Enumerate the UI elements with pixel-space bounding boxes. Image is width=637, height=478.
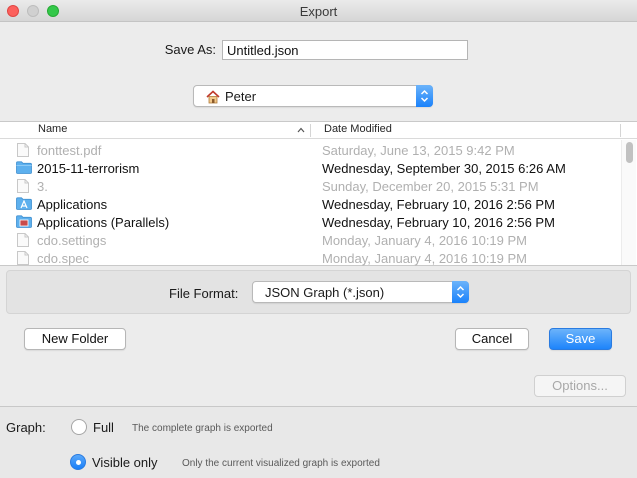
graph-label: Graph: bbox=[6, 420, 46, 435]
file-format-label: File Format: bbox=[169, 286, 239, 301]
popup-arrows-icon bbox=[452, 281, 469, 303]
save-as-input[interactable] bbox=[222, 40, 468, 60]
file-format-panel: File Format: JSON Graph (*.json) bbox=[6, 270, 631, 314]
name-column-header[interactable]: Name bbox=[38, 123, 67, 135]
file-date: Wednesday, September 30, 2015 6:26 AM bbox=[322, 161, 566, 176]
full-radio[interactable] bbox=[71, 419, 87, 435]
full-option-label[interactable]: Full bbox=[93, 420, 114, 435]
location-label: Peter bbox=[225, 89, 257, 104]
file-name: Applications (Parallels) bbox=[37, 215, 170, 230]
file-row[interactable]: Applications (Parallels) Wednesday, Febr… bbox=[0, 213, 622, 231]
file-name: cdo.spec bbox=[37, 251, 90, 266]
file-row[interactable]: fonttest.pdf Saturday, June 13, 2015 9:4… bbox=[0, 141, 622, 159]
save-as-label: Save As: bbox=[164, 42, 216, 57]
file-name: 3. bbox=[37, 179, 48, 194]
cancel-button[interactable]: Cancel bbox=[455, 328, 529, 350]
file-browser: Name Date Modified fonttest.pdf Saturday… bbox=[0, 121, 637, 266]
folder-icon bbox=[16, 161, 32, 174]
options-button[interactable]: Options... bbox=[534, 375, 626, 397]
file-date: Wednesday, February 10, 2016 2:56 PM bbox=[322, 197, 555, 212]
sort-ascending-icon[interactable] bbox=[297, 127, 305, 133]
applications-folder-icon bbox=[16, 197, 32, 210]
document-icon bbox=[17, 143, 29, 157]
file-date: Monday, January 4, 2016 10:19 PM bbox=[322, 251, 527, 266]
file-row[interactable]: 3. Sunday, December 20, 2015 5:31 PM bbox=[0, 177, 622, 195]
home-icon bbox=[206, 90, 220, 104]
file-format-popup[interactable]: JSON Graph (*.json) bbox=[252, 281, 469, 303]
file-row[interactable]: 2015-11-terrorism Wednesday, September 3… bbox=[0, 159, 622, 177]
title-bar: Export bbox=[0, 0, 637, 22]
new-folder-button[interactable]: New Folder bbox=[24, 328, 126, 350]
vertical-scrollbar[interactable] bbox=[621, 140, 636, 265]
file-row[interactable]: Applications Wednesday, February 10, 201… bbox=[0, 195, 622, 213]
parallels-folder-icon bbox=[16, 215, 32, 228]
column-header: Name Date Modified bbox=[0, 122, 637, 139]
graph-options-panel: Graph: Full The complete graph is export… bbox=[0, 406, 637, 478]
location-popup[interactable]: Peter bbox=[193, 85, 433, 107]
file-name: 2015-11-terrorism bbox=[37, 161, 140, 176]
date-modified-column-header[interactable]: Date Modified bbox=[324, 123, 392, 135]
file-row[interactable]: cdo.spec Monday, January 4, 2016 10:19 P… bbox=[0, 249, 622, 267]
file-name: cdo.settings bbox=[37, 233, 107, 248]
document-icon bbox=[17, 233, 29, 247]
file-row[interactable]: cdo.settings Monday, January 4, 2016 10:… bbox=[0, 231, 622, 249]
visible-only-option-description: Only the current visualized graph is exp… bbox=[182, 458, 380, 469]
file-date: Sunday, December 20, 2015 5:31 PM bbox=[322, 179, 539, 194]
column-divider bbox=[620, 124, 621, 137]
scroll-thumb[interactable] bbox=[626, 142, 633, 163]
popup-arrows-icon bbox=[416, 85, 433, 107]
document-icon bbox=[17, 179, 29, 193]
column-divider bbox=[310, 124, 311, 137]
file-name: fonttest.pdf bbox=[37, 143, 102, 158]
save-button[interactable]: Save bbox=[549, 328, 612, 350]
file-date: Saturday, June 13, 2015 9:42 PM bbox=[322, 143, 515, 158]
window-title: Export bbox=[299, 4, 338, 19]
file-name: Applications bbox=[37, 197, 108, 212]
visible-only-radio[interactable] bbox=[70, 454, 86, 470]
file-date: Monday, January 4, 2016 10:19 PM bbox=[322, 233, 527, 248]
document-icon bbox=[17, 251, 29, 265]
file-date: Wednesday, February 10, 2016 2:56 PM bbox=[322, 215, 555, 230]
full-option-description: The complete graph is exported bbox=[132, 423, 273, 434]
file-format-value: JSON Graph (*.json) bbox=[265, 285, 385, 300]
visible-only-option-label[interactable]: Visible only bbox=[92, 455, 158, 470]
